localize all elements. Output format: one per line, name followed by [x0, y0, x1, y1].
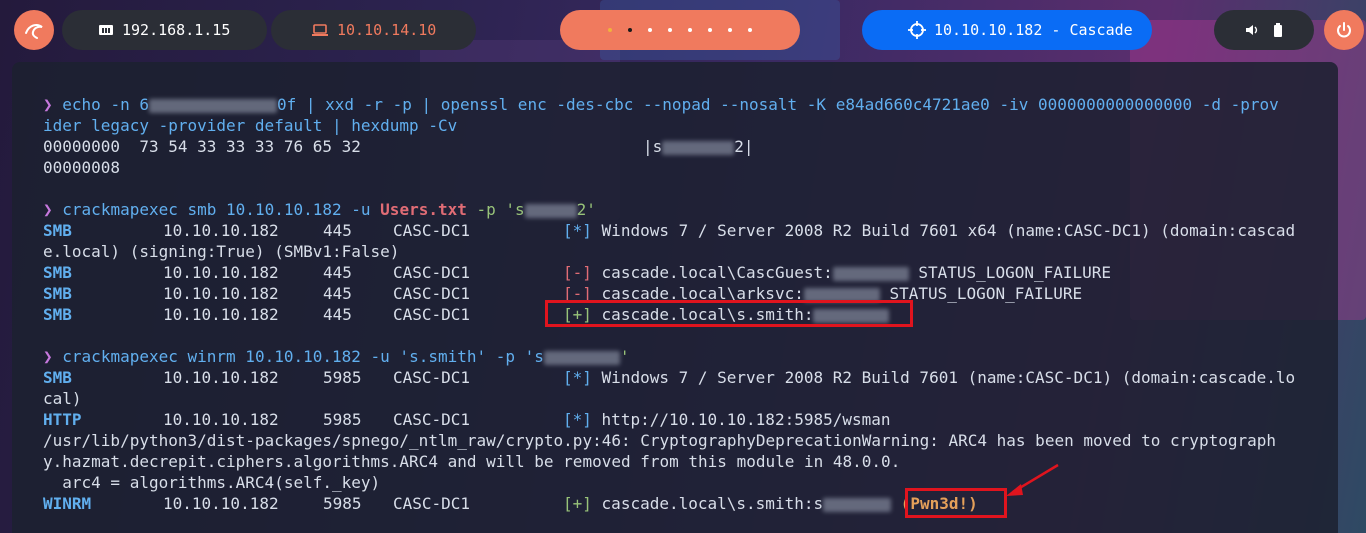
system-tray: [1214, 10, 1314, 50]
output-row: SMB: [43, 263, 72, 282]
terminal-line: 00000008: [43, 158, 121, 177]
output-row: SMB: [43, 284, 72, 303]
output-row: e.local) (signing:True) (SMBv1:False): [43, 242, 400, 261]
terminal-line: ider legacy -provider default | hexdump …: [43, 116, 458, 135]
terminal-line: ❯ crackmapexec winrm 10.10.10.182 -u 's.…: [43, 347, 630, 366]
terminal-line: ❯ crackmapexec smb 10.10.10.182 -u Users…: [43, 200, 596, 219]
vpn-ip-label: 10.10.14.10: [337, 21, 437, 39]
output-row: 5985: [323, 410, 362, 429]
workspace-dot-7[interactable]: [728, 28, 732, 32]
output-row: [*] Windows 7 / Server 2008 R2 Build 760…: [563, 368, 1296, 387]
output-row: CASC-DC1: [393, 368, 471, 387]
top-bar: 192.168.1.15 10.10.14.10 10.10.10.182 - …: [0, 0, 1366, 60]
warning-line: y.hazmat.decrepit.ciphers.algorithms.ARC…: [43, 452, 901, 471]
output-row: 445: [323, 305, 352, 324]
output-row: [-] cascade.local\CascGuest: STATUS_LOGO…: [563, 263, 1112, 282]
output-row: 10.10.10.182: [163, 305, 279, 324]
output-row: 10.10.10.182: [163, 494, 279, 513]
local-ip-label: 192.168.1.15: [122, 21, 231, 39]
workspace-dot-8[interactable]: [748, 28, 752, 32]
launcher-button[interactable]: [14, 10, 54, 50]
workspace-switcher[interactable]: [560, 10, 800, 50]
workspace-dot-1[interactable]: [608, 28, 612, 32]
power-icon: [1337, 22, 1351, 38]
highlight-box: [545, 300, 913, 327]
workspace-dot-5[interactable]: [688, 28, 692, 32]
output-row: 445: [323, 263, 352, 282]
terminal-line: ❯ echo -n 6 0f | xxd -r -p | openssl enc …: [43, 95, 1279, 114]
workspace-dot-3[interactable]: [648, 28, 652, 32]
redacted-text: [524, 203, 577, 218]
vpn-ip-widget[interactable]: 10.10.14.10: [271, 10, 476, 50]
output-row: CASC-DC1: [393, 284, 471, 303]
warning-line: /usr/lib/python3/dist-packages/spnego/_n…: [43, 431, 1276, 450]
kali-dragon-icon: [25, 24, 43, 39]
redacted-text: [832, 266, 909, 281]
output-row: 10.10.10.182: [163, 221, 279, 240]
annotation-arrow: [1006, 463, 1059, 496]
output-row: 10.10.10.182: [163, 368, 279, 387]
output-row: [*] http://10.10.10.182:5985/wsman: [563, 410, 891, 429]
target-widget[interactable]: 10.10.10.182 - Cascade: [862, 10, 1152, 50]
redacted-text: [148, 98, 277, 113]
prompt-symbol: ❯: [43, 95, 53, 114]
output-row: 445: [323, 284, 352, 303]
workspace-dot-4[interactable]: [668, 28, 672, 32]
output-row: 10.10.10.182: [163, 410, 279, 429]
local-ip-widget[interactable]: 192.168.1.15: [62, 10, 267, 50]
output-row: CASC-DC1: [393, 494, 471, 513]
output-row: 10.10.10.182: [163, 284, 279, 303]
output-row: CASC-DC1: [393, 263, 471, 282]
output-row: SMB: [43, 368, 72, 387]
output-row: WINRM: [43, 494, 92, 513]
workspace-dot-6[interactable]: [708, 28, 712, 32]
crosshair-icon: [908, 21, 926, 39]
output-row: SMB: [43, 305, 72, 324]
output-row: 5985: [323, 494, 362, 513]
redacted-text: [662, 140, 735, 155]
output-row: SMB: [43, 221, 72, 240]
output-row: cal): [43, 389, 82, 408]
output-row: [*] Windows 7 / Server 2008 R2 Build 760…: [563, 221, 1296, 240]
power-button[interactable]: [1324, 10, 1364, 50]
battery-icon[interactable]: [1273, 23, 1283, 37]
output-row: CASC-DC1: [393, 305, 471, 324]
output-row: 10.10.10.182: [163, 263, 279, 282]
laptop-icon: [312, 24, 328, 36]
highlight-box: [905, 488, 1007, 518]
output-row: 445: [323, 221, 352, 240]
output-row: 5985: [323, 368, 362, 387]
volume-icon[interactable]: [1245, 24, 1259, 36]
output-row: CASC-DC1: [393, 221, 471, 240]
output-row: CASC-DC1: [393, 410, 471, 429]
workspace-dot-2[interactable]: [628, 28, 632, 32]
target-label: 10.10.10.182 - Cascade: [934, 21, 1133, 39]
terminal-line: |s 2|: [643, 137, 754, 156]
output-row: HTTP: [43, 410, 82, 429]
ethernet-icon: [99, 25, 113, 35]
terminal-line: 00000000 73 54 33 33 33 76 65 32: [43, 137, 361, 156]
warning-line: arc4 = algorithms.ARC4(self._key): [43, 473, 381, 492]
redacted-text: [823, 497, 892, 512]
redacted-text: [543, 350, 620, 365]
